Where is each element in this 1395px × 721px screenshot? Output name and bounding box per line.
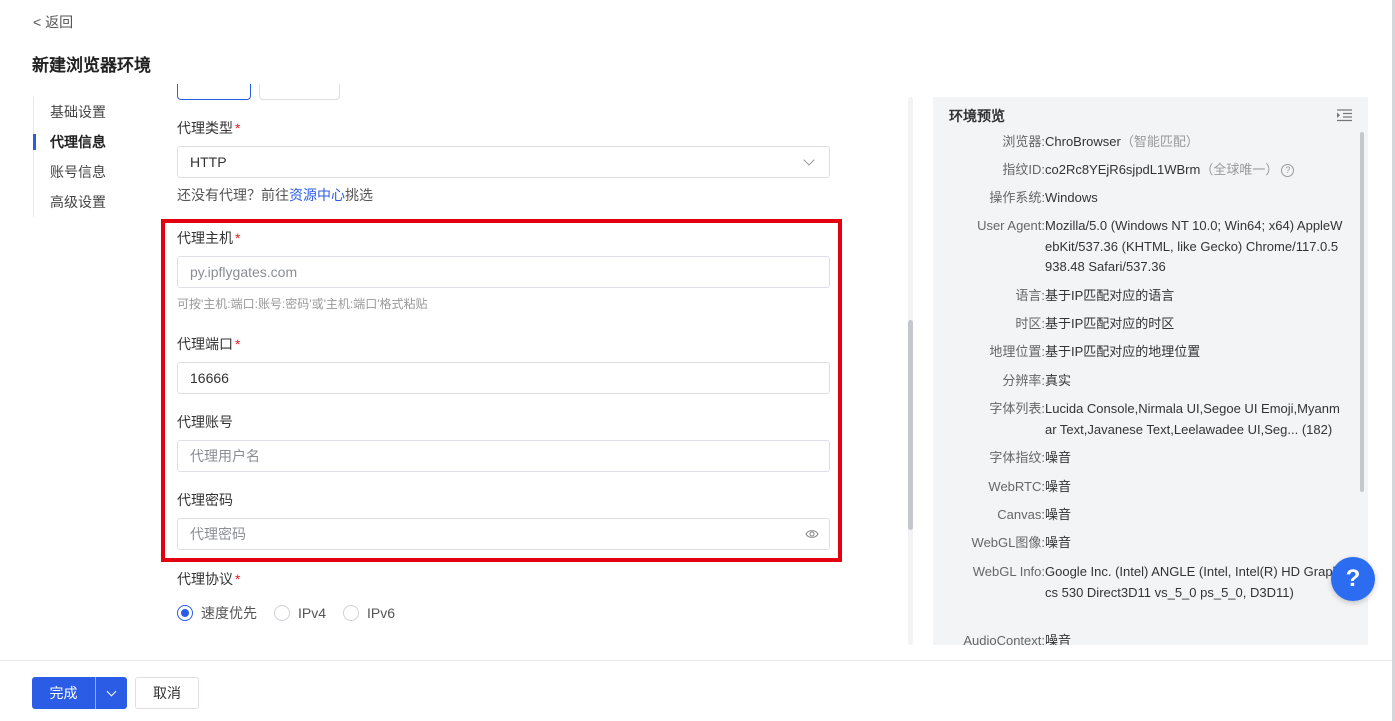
preview-key: User Agent:	[977, 218, 1045, 233]
preview-value: 基于IP匹配对应的语言	[1045, 288, 1175, 303]
radio-unchecked-icon	[274, 605, 290, 621]
proxy-protocol-label: 代理协议 *	[177, 569, 240, 589]
preview-row-fingerprint: 指纹ID: co2Rc8YEjR6sjpdL1WBrm（全球唯一）?	[933, 160, 1353, 181]
preview-key: Canvas:	[997, 507, 1045, 522]
preview-key: 分辨率:	[1002, 373, 1045, 388]
preview-value: 基于IP匹配对应的时区	[1045, 316, 1175, 331]
protocol-radio-label: IPv4	[298, 605, 327, 621]
highlight-box	[161, 219, 842, 562]
preview-row-geolocation: 地理位置: 基于IP匹配对应的地理位置	[933, 342, 1353, 363]
preview-key: 时区:	[1015, 316, 1045, 331]
preview-row-resolution: 分辨率: 真实	[933, 371, 1353, 392]
protocol-radio-speed[interactable]: 速度优先	[177, 603, 257, 623]
proxy-type-value: HTTP	[190, 154, 227, 170]
done-split-button: 完成	[32, 677, 127, 709]
radio-unchecked-icon	[343, 605, 360, 621]
preview-value: 基于IP匹配对应的地理位置	[1045, 344, 1201, 359]
preview-value: Mozilla/5.0 (Windows NT 10.0; Win64; x64…	[1045, 218, 1343, 274]
protocol-radio-ipv6[interactable]: IPv6	[343, 605, 395, 621]
chevron-down-icon	[106, 686, 117, 696]
protocol-radio-label: IPv6	[367, 605, 396, 621]
page: < 返回 新建浏览器环境 基础设置 代理信息 账号信息 高级设置 代理类型 * H…	[0, 0, 1395, 721]
preview-key: AudioContext:	[963, 633, 1045, 645]
done-button[interactable]: 完成	[32, 677, 95, 709]
question-circle-icon[interactable]: ?	[1281, 164, 1295, 177]
protocol-radio-label: 速度优先	[201, 605, 257, 621]
preview-value: 噪音	[1045, 633, 1072, 645]
preview-row-language: 语言: 基于IP匹配对应的语言	[933, 286, 1353, 307]
no-proxy-hint: 还没有代理？前往资源中心挑选	[177, 185, 373, 205]
preview-value: ChroBrowser（智能匹配）	[1045, 132, 1345, 153]
section-nav-basic[interactable]: 基础设置	[34, 97, 143, 127]
preview-value: Lucida Console,Nirmala UI,Segoe UI Emoji…	[1045, 399, 1345, 440]
preview-value: 真实	[1045, 373, 1072, 388]
preview-row-browser: 浏览器: ChroBrowser（智能匹配）	[933, 132, 1353, 153]
preview-key: 指纹ID:	[1002, 162, 1045, 177]
preview-key: 操作系统:	[989, 190, 1045, 205]
cancel-button[interactable]: 取消	[135, 677, 199, 709]
preview-scrollbar[interactable]	[1360, 132, 1364, 492]
section-nav: 基础设置 代理信息 账号信息 高级设置	[33, 97, 143, 217]
proxy-protocol-label-text: 代理协议	[177, 571, 233, 587]
preview-row-canvas: Canvas: 噪音	[933, 505, 1353, 526]
form-scrollbar[interactable]	[908, 320, 913, 530]
section-nav-proxy[interactable]: 代理信息	[33, 127, 143, 157]
section-nav-advanced[interactable]: 高级设置	[34, 187, 143, 217]
radio-checked-icon	[177, 605, 193, 621]
preview-row-webgl-info: WebGL Info: Google Inc. (Intel) ANGLE (I…	[933, 562, 1353, 603]
preview-row-os: 操作系统: Windows	[933, 188, 1353, 209]
preview-value: Google Inc. (Intel) ANGLE (Intel, Intel(…	[1045, 564, 1343, 600]
preview-value: 噪音	[1045, 507, 1072, 522]
preview-key: WebGL Info:	[972, 564, 1045, 579]
preview-key: 浏览器:	[1002, 134, 1045, 149]
no-proxy-hint-prefix: 还没有代理？前往	[177, 187, 289, 203]
preview-key: WebGL图像:	[971, 535, 1045, 550]
fonts-count: (182)	[1301, 421, 1333, 437]
environment-preview-panel: 环境预览 浏览器: ChroBrowser（智能匹配） 指纹ID: co2Rc8…	[933, 97, 1368, 645]
section-nav-account[interactable]: 账号信息	[34, 157, 143, 187]
fingerprint-note: （全球唯一）	[1200, 162, 1279, 177]
proxy-type-select[interactable]: HTTP	[177, 146, 830, 178]
preview-value: 噪音	[1045, 450, 1072, 465]
proxy-type-label-text: 代理类型	[177, 120, 233, 136]
resource-center-link[interactable]: 资源中心	[289, 187, 345, 203]
preview-key: WebRTC:	[988, 479, 1045, 494]
preview-key: 字体指纹:	[989, 450, 1045, 465]
chevron-down-icon	[803, 154, 815, 166]
proxy-mode-tab[interactable]	[259, 84, 340, 100]
browser-value: ChroBrowser	[1045, 134, 1121, 149]
preview-key: 语言:	[1015, 288, 1045, 303]
done-dropdown-button[interactable]	[96, 677, 127, 709]
fingerprint-value: co2Rc8YEjR6sjpdL1WBrm	[1045, 162, 1201, 177]
preview-row-audio: AudioContext: 噪音	[933, 631, 1353, 645]
page-title: 新建浏览器环境	[32, 56, 151, 75]
preview-title: 环境预览	[949, 108, 1005, 124]
preview-row-timezone: 时区: 基于IP匹配对应的时区	[933, 314, 1353, 335]
required-mark: *	[235, 571, 241, 587]
preview-value: 噪音	[1045, 535, 1072, 550]
preview-row-font-fingerprint: 字体指纹: 噪音	[933, 448, 1353, 469]
proxy-type-label: 代理类型 *	[177, 118, 240, 138]
preview-value: Windows	[1045, 190, 1098, 205]
collapse-menu-icon[interactable]	[1337, 109, 1352, 122]
preview-row-user-agent: User Agent: Mozilla/5.0 (Windows NT 10.0…	[933, 216, 1353, 278]
preview-row-webrtc: WebRTC: 噪音	[933, 477, 1353, 498]
help-button[interactable]: ?	[1331, 557, 1375, 601]
preview-value: co2Rc8YEjR6sjpdL1WBrm（全球唯一）?	[1045, 160, 1345, 181]
protocol-radio-ipv4[interactable]: IPv4	[274, 605, 326, 621]
required-mark: *	[235, 120, 241, 136]
preview-row-fonts: 字体列表: Lucida Console,Nirmala UI,Segoe UI…	[933, 399, 1353, 440]
preview-key: 字体列表:	[989, 401, 1045, 416]
proxy-protocol-radio-group: 速度优先 IPv4 IPv6	[177, 603, 412, 623]
no-proxy-hint-suffix: 挑选	[345, 187, 373, 203]
browser-note: （智能匹配）	[1120, 134, 1199, 149]
back-link[interactable]: < 返回	[33, 12, 73, 32]
preview-row-webgl-image: WebGL图像: 噪音	[933, 533, 1353, 554]
fonts-value: Lucida Console,Nirmala UI,Segoe UI Emoji…	[1045, 401, 1340, 437]
preview-key: 地理位置:	[989, 344, 1045, 359]
preview-value: 噪音	[1045, 479, 1072, 494]
proxy-mode-tab-selected[interactable]	[177, 84, 251, 100]
footer-bar: 完成 取消	[0, 660, 1392, 721]
